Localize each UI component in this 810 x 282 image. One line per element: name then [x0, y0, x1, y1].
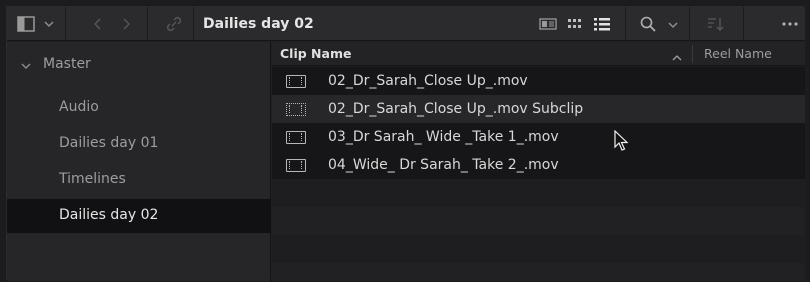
sidebar-item-dailies-day-02[interactable]: Dailies day 02	[7, 199, 271, 233]
sidebar-item-master[interactable]: Master	[7, 50, 271, 80]
video-clip-icon	[286, 131, 306, 144]
mouse-cursor-icon	[614, 129, 630, 152]
media-pool-toolbar: Dailies day 02	[7, 7, 805, 41]
sort-icon[interactable]	[707, 16, 725, 32]
sidebar-item-label: Master	[43, 56, 91, 72]
sidebar-item-label: Dailies day 02	[59, 207, 159, 223]
sort-ascending-icon[interactable]	[672, 50, 682, 61]
table-row[interactable]: 02_Dr_Sarah_Close Up_.mov Subclip	[272, 95, 805, 123]
column-divider[interactable]	[692, 45, 693, 63]
forward-arrow-icon[interactable]	[121, 18, 131, 30]
thumbnail-view-icon[interactable]	[567, 17, 583, 31]
back-arrow-icon[interactable]	[93, 18, 103, 30]
empty-row	[272, 207, 805, 235]
table-row[interactable]: 04_Wide_ Dr Sarah_ Take 2_.mov	[272, 151, 805, 179]
sidebar-toggle-icon[interactable]	[17, 16, 35, 32]
media-pool-panel: Dailies day 02 Master Audio Dailies day …	[6, 6, 805, 281]
sidebar-item-label: Dailies day 01	[59, 135, 159, 151]
sidebar-item-audio[interactable]: Audio	[7, 91, 271, 125]
bin-sidebar: Master Audio Dailies day 01 Timelines Da…	[7, 42, 271, 281]
chevron-down-icon[interactable]	[21, 59, 31, 69]
empty-row	[272, 235, 805, 263]
sidebar-item-label: Audio	[59, 99, 99, 115]
link-icon[interactable]	[165, 15, 183, 33]
more-icon[interactable]	[781, 21, 799, 27]
table-row[interactable]: 02_Dr_Sarah_Close Up_.mov	[272, 67, 805, 95]
list-view-icon[interactable]	[593, 16, 611, 32]
clip-name: 02_Dr_Sarah_Close Up_.mov Subclip	[328, 101, 584, 117]
empty-row	[272, 179, 805, 207]
metadata-view-icon[interactable]	[539, 17, 557, 31]
video-clip-icon	[286, 75, 306, 88]
column-header-clip-name[interactable]: Clip Name	[280, 46, 351, 61]
column-header-reel-name[interactable]: Reel Name	[704, 46, 772, 61]
column-header-row: Clip Name Reel Name	[272, 42, 805, 66]
chevron-down-icon[interactable]	[667, 19, 679, 31]
clip-name: 02_Dr_Sarah_Close Up_.mov	[328, 73, 528, 89]
sidebar-item-timelines[interactable]: Timelines	[7, 163, 271, 197]
subclip-icon	[286, 103, 306, 116]
clip-name: 04_Wide_ Dr Sarah_ Take 2_.mov	[328, 157, 559, 173]
table-row[interactable]: 03_Dr Sarah_ Wide _Take 1_.mov	[272, 123, 805, 151]
chevron-down-icon[interactable]	[43, 18, 55, 30]
empty-row	[272, 263, 805, 281]
clip-name: 03_Dr Sarah_ Wide _Take 1_.mov	[328, 129, 559, 145]
clip-list: Clip Name Reel Name 02_Dr_Sarah_Close Up…	[272, 42, 805, 281]
video-clip-icon	[286, 159, 306, 172]
sidebar-item-dailies-day-01[interactable]: Dailies day 01	[7, 127, 271, 161]
search-icon[interactable]	[639, 15, 657, 33]
page-title: Dailies day 02	[203, 16, 314, 32]
sidebar-item-label: Timelines	[59, 171, 126, 187]
